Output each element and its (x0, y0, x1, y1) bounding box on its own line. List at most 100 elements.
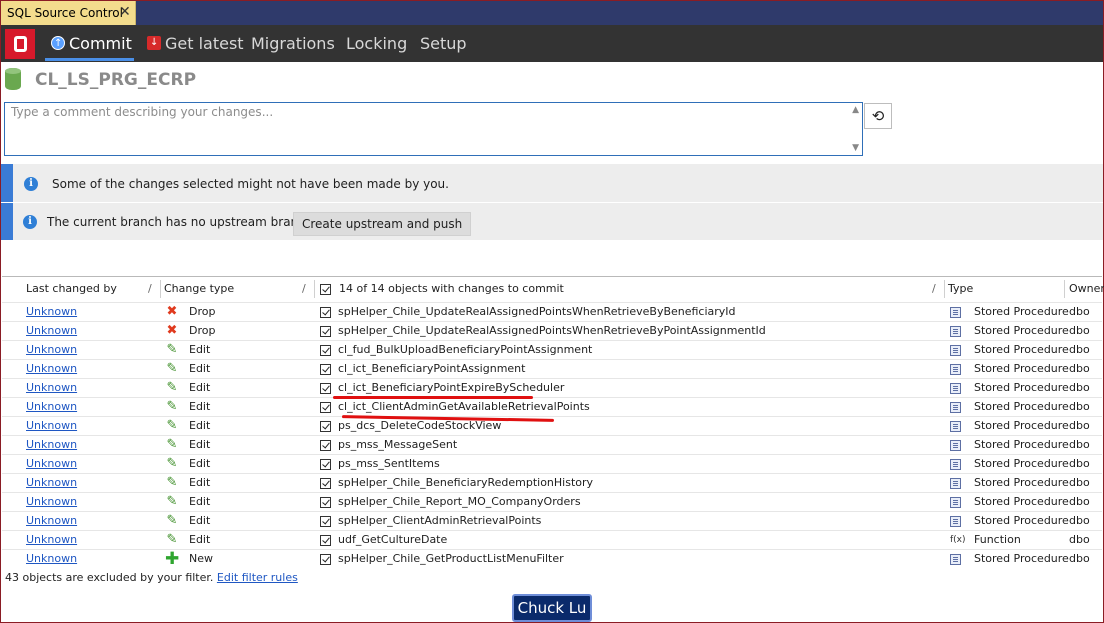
column-separator (944, 280, 945, 298)
stored-procedure-icon (950, 326, 961, 337)
filter-excluded-text: 43 objects are excluded by your filter. (5, 571, 214, 584)
stored-procedure-icon (950, 497, 961, 508)
drop-icon: ✖ (166, 323, 178, 338)
info-changes-text: Some of the changes selected might not h… (52, 177, 449, 191)
table-row[interactable]: Unknown ✎ Edit udf_GetCultureDate f(x) Functi… (2, 530, 1102, 550)
table-row[interactable]: Unknown ✚ New spHelper_Chile_GetProductList… (2, 549, 1102, 569)
table-row[interactable]: Unknown ✖ Drop spHelper_Chile_UpdateRealAss… (2, 321, 1102, 341)
object-owner: dbo (1069, 457, 1090, 470)
object-name: spHelper_Chile_UpdateRealAssignedPointsW… (338, 324, 766, 337)
last-changed-by-link[interactable]: Unknown (26, 474, 77, 493)
object-type: Stored Procedure (974, 514, 1069, 527)
change-type-label: Edit (189, 343, 211, 356)
tab-get-latest-label: Get latest (165, 34, 244, 53)
row-checkbox[interactable] (320, 535, 331, 546)
column-sort-icon[interactable]: / (302, 277, 306, 301)
object-name: ps_mss_SentItems (338, 457, 440, 470)
edit-pencil-icon: ✎ (166, 361, 178, 376)
row-checkbox[interactable] (320, 345, 331, 356)
last-changed-by-link[interactable]: Unknown (26, 398, 77, 417)
tab-commit[interactable]: Commit (51, 25, 132, 62)
table-row[interactable]: Unknown ✖ Drop spHelper_Chile_UpdateRealAss… (2, 302, 1102, 322)
object-owner: dbo (1069, 362, 1090, 375)
object-type: Stored Procedure (974, 362, 1069, 375)
select-all-checkbox[interactable] (320, 284, 331, 295)
table-row[interactable]: Unknown ✎ Edit spHelper_Chile_BeneficiaryRe… (2, 473, 1102, 493)
drop-icon: ✖ (166, 304, 178, 319)
create-upstream-button[interactable]: Create upstream and push (293, 212, 472, 236)
scroll-up-icon[interactable]: ▲ (852, 105, 859, 115)
last-changed-by-link[interactable]: Unknown (26, 303, 77, 322)
last-changed-by-link[interactable]: Unknown (26, 531, 77, 550)
comment-input[interactable] (5, 103, 857, 157)
row-checkbox[interactable] (320, 402, 331, 413)
object-owner: dbo (1069, 476, 1090, 489)
row-checkbox[interactable] (320, 516, 331, 527)
object-type: Stored Procedure (974, 495, 1069, 508)
row-checkbox[interactable] (320, 497, 331, 508)
table-row[interactable]: Unknown ✎ Edit cl_ict_BeneficiaryPointAssig… (2, 359, 1102, 379)
row-checkbox[interactable] (320, 326, 331, 337)
tab-setup[interactable]: Setup (420, 25, 467, 62)
object-owner: dbo (1069, 552, 1090, 565)
last-changed-by-link[interactable]: Unknown (26, 493, 77, 512)
object-type: Function (974, 533, 1021, 546)
last-changed-by-link[interactable]: Unknown (26, 322, 77, 341)
change-type-label: Drop (189, 305, 216, 318)
column-header-type[interactable]: Type (948, 277, 973, 301)
object-name: spHelper_Chile_Report_MO_CompanyOrders (338, 495, 581, 508)
last-changed-by-link[interactable]: Unknown (26, 360, 77, 379)
commit-button[interactable]: Chuck Lu (512, 594, 592, 622)
document-tab[interactable]: SQL Source Control ✕ (1, 1, 136, 26)
object-type: Stored Procedure (974, 324, 1069, 337)
row-checkbox[interactable] (320, 364, 331, 375)
object-owner: dbo (1069, 381, 1090, 394)
row-checkbox[interactable] (320, 459, 331, 470)
row-checkbox[interactable] (320, 421, 331, 432)
object-name: spHelper_Chile_BeneficiaryRedemptionHist… (338, 476, 594, 489)
object-type: Stored Procedure (974, 438, 1069, 451)
object-type: Stored Procedure (974, 457, 1069, 470)
column-sort-icon[interactable]: / (932, 277, 936, 301)
tab-migrations[interactable]: Migrations (251, 25, 335, 62)
row-checkbox[interactable] (320, 440, 331, 451)
row-checkbox[interactable] (320, 383, 331, 394)
last-changed-by-link[interactable]: Unknown (26, 512, 77, 531)
row-checkbox[interactable] (320, 478, 331, 489)
table-row[interactable]: Unknown ✎ Edit cl_ict_BeneficiaryPointExpir… (2, 378, 1102, 398)
scroll-down-icon[interactable]: ▼ (852, 143, 859, 153)
table-row[interactable]: Unknown ✎ Edit spHelper_Chile_Report_MO_Com… (2, 492, 1102, 512)
row-checkbox[interactable] (320, 554, 331, 565)
table-row[interactable]: Unknown ✎ Edit spHelper_ClientAdminRetrieva… (2, 511, 1102, 531)
table-row[interactable]: Unknown ✎ Edit cl_ict_ClientAdminGetAvailab… (2, 397, 1102, 417)
last-changed-by-link[interactable]: Unknown (26, 436, 77, 455)
column-header-last-changed[interactable]: Last changed by (26, 277, 117, 301)
table-row[interactable]: Unknown ✎ Edit ps_mss_SentItems Stored Proce… (2, 454, 1102, 474)
row-checkbox[interactable] (320, 307, 331, 318)
last-changed-by-link[interactable]: Unknown (26, 379, 77, 398)
column-separator (160, 280, 161, 298)
change-type-label: Edit (189, 438, 211, 451)
table-row[interactable]: Unknown ✎ Edit ps_mss_MessageSent Stored Pro… (2, 435, 1102, 455)
last-changed-by-link[interactable]: Unknown (26, 455, 77, 474)
column-header-change-type[interactable]: Change type (164, 277, 234, 301)
tab-get-latest[interactable]: Get latest (147, 24, 244, 62)
table-row[interactable]: Unknown ✎ Edit cl_fud_BulkUploadBeneficiary… (2, 340, 1102, 360)
function-icon: f(x) (950, 535, 966, 545)
redgate-logo-icon (5, 29, 35, 59)
last-changed-by-link[interactable]: Unknown (26, 417, 77, 436)
column-header-owner[interactable]: Owner (1069, 277, 1104, 301)
column-sort-icon[interactable]: / (148, 277, 152, 301)
last-changed-by-link[interactable]: Unknown (26, 550, 77, 569)
edit-filter-rules-link[interactable]: Edit filter rules (217, 571, 298, 584)
active-tab-indicator (45, 58, 134, 61)
comment-history-button[interactable]: ⟲ (864, 103, 892, 129)
object-name: cl_ict_BeneficiaryPointAssignment (338, 362, 526, 375)
tab-locking[interactable]: Locking (346, 25, 407, 62)
filter-note: 43 objects are excluded by your filter. … (5, 571, 298, 584)
last-changed-by-link[interactable]: Unknown (26, 341, 77, 360)
info-icon: i (23, 215, 37, 229)
close-icon[interactable]: ✕ (119, 4, 131, 20)
edit-pencil-icon: ✎ (166, 418, 178, 433)
change-type-label: New (189, 552, 213, 565)
